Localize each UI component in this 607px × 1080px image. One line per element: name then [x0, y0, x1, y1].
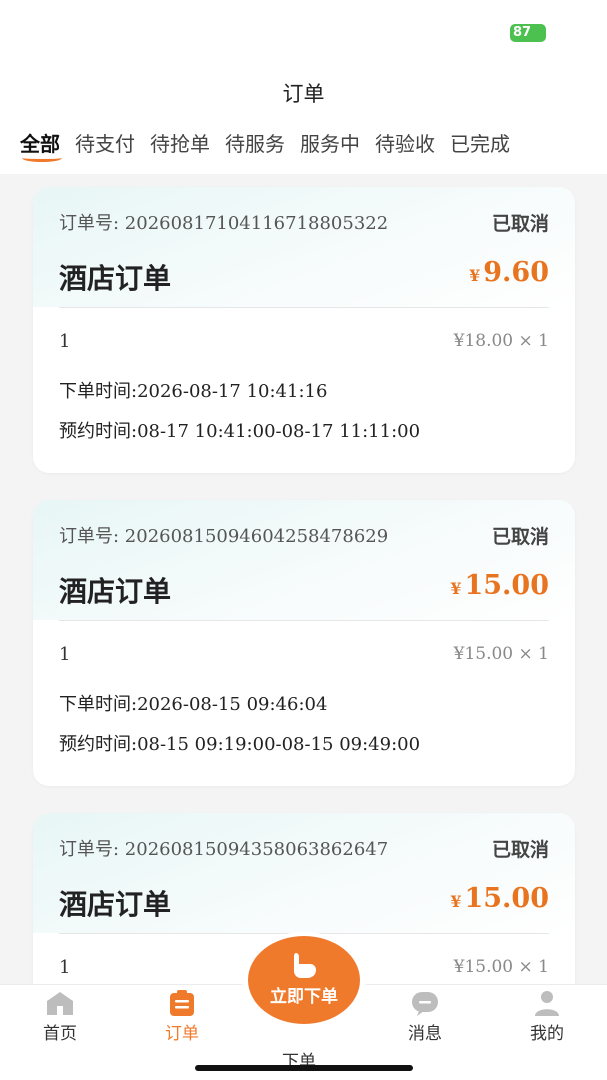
message-icon [412, 992, 438, 1016]
tab-label: 服务中 [300, 132, 360, 156]
tab-completed[interactable]: 已完成 [450, 120, 510, 168]
item-unit-price: ¥18.00 × 1 [453, 331, 549, 351]
tabbar-label: 首页 [43, 1024, 77, 1044]
place-order-label: 立即下单 [270, 987, 338, 1007]
booking-time: 预约时间:08-15 09:19:00-08-15 09:49:00 [59, 734, 421, 755]
tab-pending-grab[interactable]: 待抢单 [150, 120, 210, 168]
tab-all[interactable]: 全部 [20, 120, 62, 168]
tab-pending-payment[interactable]: 待支付 [75, 120, 135, 168]
order-type: 酒店订单 [59, 262, 172, 295]
tab-label: 待验收 [375, 132, 435, 156]
tab-in-service[interactable]: 服务中 [300, 120, 360, 168]
order-status: 已取消 [491, 526, 549, 548]
active-tab-indicator [22, 154, 62, 162]
tab-label: 待抢单 [150, 132, 210, 156]
tab-pending-acceptance[interactable]: 待验收 [375, 120, 435, 168]
user-profile-icon [535, 991, 559, 1016]
tab-label: 已完成 [450, 132, 510, 156]
tabbar-mine[interactable]: 我的 [497, 989, 597, 1044]
place-order-button[interactable]: 立即下单 [242, 932, 366, 1028]
hand-pointer-icon [294, 953, 316, 978]
divider [59, 620, 549, 621]
item-name: 1 [59, 957, 71, 978]
tabbar-home[interactable]: 首页 [10, 989, 110, 1044]
home-indicator [195, 1065, 413, 1071]
order-number: 订单号: 20260817104116718805322 [59, 213, 389, 234]
price-amount: 9.60 [483, 257, 549, 288]
tabbar-label: 我的 [530, 1024, 564, 1044]
tabbar-messages[interactable]: 消息 [375, 989, 475, 1044]
item-unit-price: ¥15.00 × 1 [453, 644, 549, 664]
order-type: 酒店订单 [59, 888, 172, 921]
item-unit-price: ¥15.00 × 1 [453, 957, 549, 977]
status-bar: 87 [0, 0, 607, 70]
tab-pending-service[interactable]: 待服务 [225, 120, 285, 168]
order-number: 订单号: 20260815094604258478629 [59, 526, 389, 547]
order-status: 已取消 [491, 213, 549, 235]
page-title: 订单 [282, 82, 325, 106]
order-number: 订单号: 20260815094358063862647 [59, 839, 389, 860]
currency-symbol: ¥ [450, 579, 462, 598]
order-status-tabs: 全部 待支付 待抢单 待服务 服务中 待验收 已完成 [0, 120, 607, 174]
tabbar-label: 订单 [165, 1024, 199, 1044]
currency-symbol: ¥ [450, 892, 462, 911]
place-order-button-face: 立即下单 [248, 936, 360, 1024]
tab-label: 全部 [20, 132, 60, 156]
order-card[interactable]: 订单号: 20260815094604258478629 已取消 酒店订单 ¥1… [33, 500, 575, 786]
order-card[interactable]: 订单号: 20260817104116718805322 已取消 酒店订单 ¥9… [33, 187, 575, 473]
divider [59, 307, 549, 308]
currency-symbol: ¥ [469, 266, 481, 285]
nav-bar: 订单 [0, 70, 607, 120]
order-list[interactable]: 订单号: 20260817104116718805322 已取消 酒店订单 ¥9… [0, 174, 607, 984]
item-name: 1 [59, 331, 71, 352]
order-price: ¥15.00 [450, 570, 549, 601]
tab-label: 待支付 [75, 132, 135, 156]
price-amount: 15.00 [464, 883, 549, 914]
order-time: 下单时间:2026-08-17 10:41:16 [59, 381, 328, 402]
order-clipboard-icon [170, 990, 194, 1016]
order-price: ¥9.60 [469, 257, 549, 288]
item-name: 1 [59, 644, 71, 665]
order-status: 已取消 [491, 839, 549, 861]
battery-indicator: 87 [510, 24, 546, 42]
price-amount: 15.00 [464, 570, 549, 601]
tabbar-label: 消息 [408, 1024, 442, 1044]
tab-label: 待服务 [225, 132, 285, 156]
order-type: 酒店订单 [59, 575, 172, 608]
home-icon [47, 992, 73, 1015]
order-time: 下单时间:2026-08-15 09:46:04 [59, 694, 328, 715]
tabbar-orders[interactable]: 订单 [132, 989, 232, 1044]
order-price: ¥15.00 [450, 883, 549, 914]
booking-time: 预约时间:08-17 10:41:00-08-17 11:11:00 [59, 421, 421, 442]
